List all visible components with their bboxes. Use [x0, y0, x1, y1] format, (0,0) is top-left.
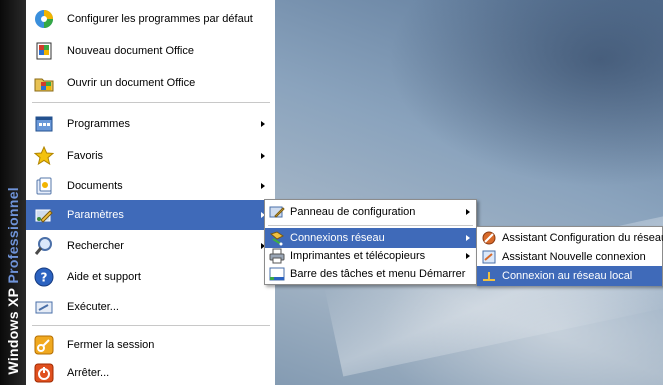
network-setup-wizard-icon — [481, 230, 497, 246]
menu-item-help-support[interactable]: ? Aide et support — [26, 262, 275, 292]
menu-item-label: Arrêter... — [67, 367, 110, 379]
network-connections-submenu: Assistant Configuration du réseau Assist… — [476, 226, 663, 286]
taskbar-icon — [269, 266, 285, 282]
submenu-item-label: Connexions réseau — [290, 232, 385, 244]
menu-item-run[interactable]: Exécuter... — [26, 292, 275, 322]
os-edition: Professionnel — [5, 187, 21, 284]
submenu-separator — [268, 225, 473, 226]
submenu-item-control-panel[interactable]: Panneau de configuration — [265, 202, 476, 222]
os-brand-text: Windows XP Professionnel — [5, 187, 21, 375]
submenu-arrow-icon — [261, 153, 265, 159]
menu-item-label: Paramètres — [67, 209, 124, 221]
menu-separator — [32, 102, 270, 103]
svg-text:?: ? — [41, 271, 48, 285]
search-magnifier-icon — [34, 236, 54, 256]
menu-item-search[interactable]: Rechercher — [26, 231, 275, 261]
submenu-item-taskbar-start-menu[interactable]: Barre des tâches et menu Démarrer — [265, 264, 476, 284]
submenu-arrow-icon — [261, 121, 265, 127]
control-panel-icon — [269, 204, 285, 220]
menu-item-label: Exécuter... — [67, 301, 119, 313]
submenu-item-network-connections[interactable]: Connexions réseau — [265, 228, 476, 248]
favorites-star-icon — [34, 146, 54, 166]
settings-icon — [34, 205, 54, 225]
start-menu-items: Configurer les programmes par défaut Nou… — [26, 0, 275, 385]
menu-item-log-off[interactable]: Fermer la session — [26, 330, 275, 360]
submenu-item-label: Connexion au réseau local — [502, 270, 633, 282]
submenu-item-label: Imprimantes et télécopieurs — [290, 250, 426, 262]
menu-item-label: Documents — [67, 180, 123, 192]
submenu-item-network-setup-wizard[interactable]: Assistant Configuration du réseau — [477, 228, 663, 248]
submenu-arrow-icon — [466, 209, 470, 215]
menu-item-label: Favoris — [67, 150, 104, 162]
menu-item-documents[interactable]: Documents — [26, 171, 275, 201]
menu-separator — [32, 325, 270, 326]
menu-item-label: Nouveau document Office — [67, 45, 194, 57]
menu-item-open-office-document[interactable]: Ouvrir un document Office — [26, 68, 275, 98]
submenu-item-label: Assistant Nouvelle connexion — [502, 251, 646, 263]
menu-item-default-programs[interactable]: Configurer les programmes par défaut — [26, 4, 275, 34]
submenu-item-local-area-connection[interactable]: Connexion au réseau local — [477, 266, 662, 286]
menu-item-label: Aide et support — [67, 271, 141, 283]
help-icon: ? — [34, 267, 54, 287]
windows-xp-banner: Windows XP Professionnel — [0, 0, 26, 385]
documents-icon — [34, 176, 54, 196]
menu-item-shutdown[interactable]: Arrêter... — [26, 358, 275, 385]
submenu-arrow-icon — [261, 183, 265, 189]
menu-item-settings[interactable]: Paramètres — [26, 200, 275, 230]
menu-item-label: Programmes — [67, 118, 130, 130]
new-connection-wizard-icon — [481, 249, 497, 265]
menu-item-label: Configurer les programmes par défaut — [67, 13, 253, 25]
menu-item-label: Fermer la session — [67, 339, 155, 351]
network-connections-icon — [269, 230, 285, 246]
submenu-arrow-icon — [466, 253, 470, 259]
submenu-item-label: Assistant Configuration du réseau — [502, 232, 663, 244]
submenu-item-label: Panneau de configuration — [290, 206, 416, 218]
menu-item-programs[interactable]: Programmes — [26, 109, 275, 139]
logoff-key-icon — [34, 335, 54, 355]
menu-item-new-office-document[interactable]: Nouveau document Office — [26, 36, 275, 66]
default-programs-icon — [34, 9, 54, 29]
menu-item-favorites[interactable]: Favoris — [26, 141, 275, 171]
open-office-document-icon — [34, 73, 54, 93]
run-icon — [34, 297, 54, 317]
start-menu: Windows XP Professionnel Configurer les … — [0, 0, 275, 385]
submenu-arrow-icon — [466, 235, 470, 241]
new-office-document-icon — [34, 41, 54, 61]
printers-icon — [269, 248, 285, 264]
lan-connection-icon — [481, 268, 497, 284]
menu-item-label: Rechercher — [67, 240, 124, 252]
programs-icon — [34, 114, 54, 134]
menu-item-label: Ouvrir un document Office — [67, 77, 196, 89]
settings-submenu: Panneau de configuration Connexions rése… — [264, 199, 477, 285]
os-name: Windows XP — [5, 288, 21, 375]
submenu-item-label: Barre des tâches et menu Démarrer — [290, 268, 466, 280]
submenu-item-new-connection-wizard[interactable]: Assistant Nouvelle connexion — [477, 247, 662, 267]
shutdown-icon — [34, 363, 54, 383]
submenu-item-printers-faxes[interactable]: Imprimantes et télécopieurs — [265, 246, 476, 266]
